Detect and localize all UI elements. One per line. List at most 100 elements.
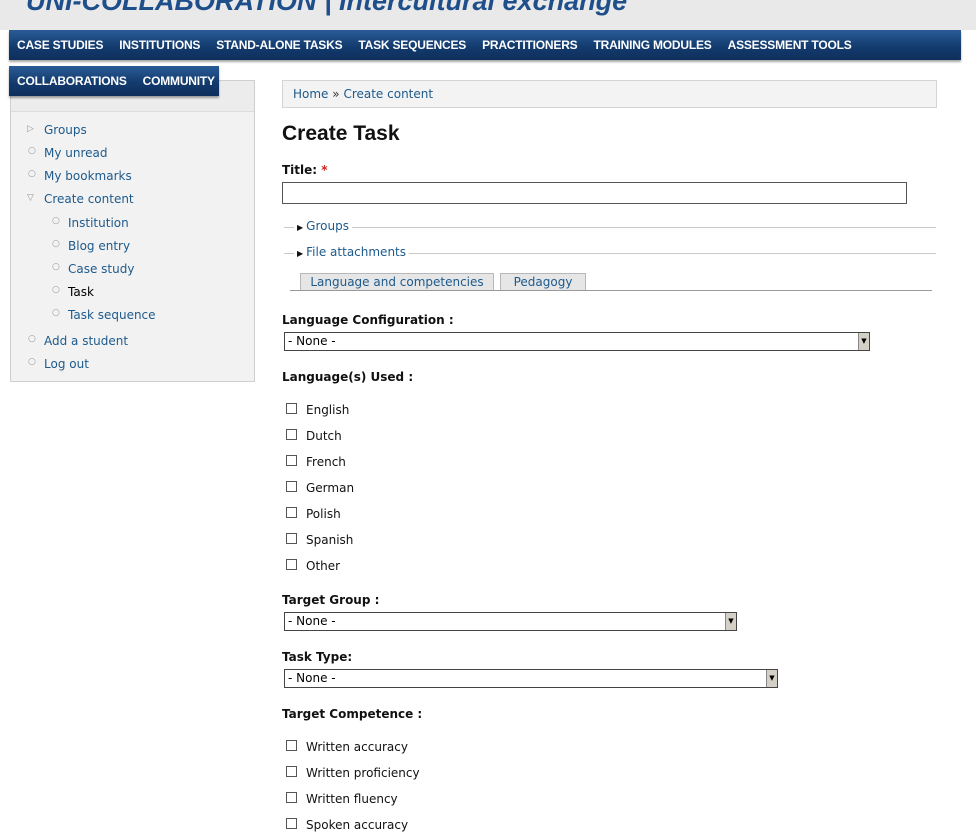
sidebar-item-my-bookmarks[interactable]: My bookmarks — [44, 169, 132, 183]
groups-fieldset: ▶ Groups — [284, 219, 936, 235]
sidebar-item-blog-entry[interactable]: Blog entry — [68, 239, 130, 253]
bullet-icon: ○ — [28, 357, 36, 367]
title-label: Title: * — [282, 163, 328, 177]
nav-assessment-tools[interactable]: ASSESSMENT TOOLS — [720, 38, 860, 52]
other-checkbox[interactable] — [286, 559, 297, 570]
competence-option: Written accuracy — [286, 738, 408, 756]
french-label: French — [306, 455, 346, 469]
language-option: German — [286, 479, 354, 497]
expand-triangle-icon: ▶ — [297, 223, 304, 232]
groups-fieldset-label: Groups — [306, 219, 349, 233]
sidebar-item-institution[interactable]: Institution — [68, 216, 129, 230]
nav-task-sequences[interactable]: TASK SEQUENCES — [350, 38, 474, 52]
language-configuration-select[interactable]: - None - ▼ — [284, 332, 870, 351]
expand-triangle-icon: ▶ — [297, 249, 304, 258]
file-attachments-fieldset-label: File attachments — [306, 245, 407, 259]
site-title[interactable]: UNI-COLLABORATION | Intercultural exchan… — [26, 0, 627, 17]
breadcrumb-home-link[interactable]: Home — [293, 87, 328, 101]
nav-collaborations[interactable]: COLLABORATIONS — [9, 74, 135, 88]
other-label: Other — [306, 559, 341, 573]
target-competence-label: Target Competence : — [282, 707, 423, 721]
bullet-icon: ○ — [52, 216, 60, 226]
german-checkbox[interactable] — [286, 481, 297, 492]
language-option: French — [286, 453, 346, 471]
bullet-icon: ○ — [52, 308, 60, 318]
bullet-icon: ○ — [52, 262, 60, 272]
polish-checkbox[interactable] — [286, 507, 297, 518]
nav-training-modules[interactable]: TRAINING MODULES — [585, 38, 719, 52]
language-option: Dutch — [286, 427, 342, 445]
expanded-arrow-icon: ▽ — [27, 193, 34, 203]
dropdown-arrow-icon: ▼ — [725, 613, 736, 630]
file-attachments-fieldset: ▶ File attachments — [284, 245, 936, 261]
sidebar-item-my-unread[interactable]: My unread — [44, 146, 108, 160]
spanish-label: Spanish — [306, 533, 354, 547]
competence-option: Spoken accuracy — [286, 816, 408, 834]
bullet-icon: ○ — [28, 169, 36, 179]
written-fluency-label: Written fluency — [306, 792, 398, 806]
nav-case-studies[interactable]: CASE STUDIES — [9, 38, 111, 52]
bullet-icon: ○ — [52, 285, 60, 295]
spoken-accuracy-checkbox[interactable] — [286, 818, 297, 829]
polish-label: Polish — [306, 507, 341, 521]
competence-option: Written proficiency — [286, 764, 420, 782]
task-type-select[interactable]: - None - ▼ — [284, 669, 778, 688]
spoken-accuracy-label: Spoken accuracy — [306, 818, 409, 832]
sidebar-item-case-study[interactable]: Case study — [68, 262, 134, 276]
german-label: German — [306, 481, 355, 495]
fieldset-divider — [284, 227, 936, 228]
language-configuration-value: - None - — [288, 334, 336, 348]
sidebar-item-task[interactable]: Task — [68, 285, 94, 299]
task-type-value: - None - — [288, 671, 336, 685]
dropdown-arrow-icon: ▼ — [766, 670, 777, 687]
sidebar-item-log-out[interactable]: Log out — [44, 357, 89, 371]
title-label-text: Title: — [282, 163, 318, 177]
written-proficiency-checkbox[interactable] — [286, 766, 297, 777]
sidebar-item-task-sequence[interactable]: Task sequence — [68, 308, 156, 322]
title-input[interactable] — [282, 182, 907, 204]
language-option: English — [286, 401, 349, 419]
languages-used-label: Language(s) Used : — [282, 370, 414, 384]
french-checkbox[interactable] — [286, 455, 297, 466]
nav-stand-alone-tasks[interactable]: STAND-ALONE TASKS — [208, 38, 350, 52]
dropdown-arrow-icon: ▼ — [858, 333, 869, 350]
tab-language-and-competencies[interactable]: Language and competencies — [300, 273, 494, 290]
primary-nav: CASE STUDIES INSTITUTIONS STAND-ALONE TA… — [9, 30, 961, 60]
nav-practitioners[interactable]: PRACTITIONERS — [474, 38, 585, 52]
file-attachments-fieldset-toggle[interactable]: ▶ File attachments — [294, 245, 410, 259]
nav-institutions[interactable]: INSTITUTIONS — [111, 38, 208, 52]
sidebar-item-add-a-student[interactable]: Add a student — [44, 334, 128, 348]
target-group-select[interactable]: - None - ▼ — [284, 612, 737, 631]
bullet-icon: ○ — [52, 239, 60, 249]
written-fluency-checkbox[interactable] — [286, 792, 297, 803]
nav-community[interactable]: COMMUNITY — [135, 74, 223, 88]
page-title: Create Task — [282, 122, 400, 145]
spanish-checkbox[interactable] — [286, 533, 297, 544]
english-label: English — [306, 403, 350, 417]
tab-pedagogy[interactable]: Pedagogy — [500, 273, 586, 290]
breadcrumb-create-content-link[interactable]: Create content — [343, 87, 433, 101]
target-group-label: Target Group : — [282, 593, 380, 607]
competence-option: Written fluency — [286, 790, 398, 808]
written-accuracy-checkbox[interactable] — [286, 740, 297, 751]
groups-fieldset-toggle[interactable]: ▶ Groups — [294, 219, 352, 233]
breadcrumb: Home » Create content — [282, 80, 937, 108]
english-checkbox[interactable] — [286, 403, 297, 414]
dutch-checkbox[interactable] — [286, 429, 297, 440]
required-marker: * — [321, 163, 328, 177]
language-option: Polish — [286, 505, 341, 523]
sidebar-item-groups[interactable]: Groups — [44, 123, 87, 137]
bullet-icon: ○ — [28, 334, 36, 344]
breadcrumb-separator: » — [332, 87, 340, 101]
bullet-icon: ○ — [28, 146, 36, 156]
language-configuration-label: Language Configuration : — [282, 313, 454, 327]
target-group-value: - None - — [288, 614, 336, 628]
language-option: Spanish — [286, 531, 353, 549]
sidebar-item-create-content[interactable]: Create content — [44, 192, 134, 206]
task-type-label: Task Type: — [282, 650, 353, 664]
dutch-label: Dutch — [306, 429, 342, 443]
written-proficiency-label: Written proficiency — [306, 766, 420, 780]
collapsed-arrow-icon: ▷ — [27, 124, 34, 134]
written-accuracy-label: Written accuracy — [306, 740, 408, 754]
tabs-baseline — [290, 290, 932, 291]
